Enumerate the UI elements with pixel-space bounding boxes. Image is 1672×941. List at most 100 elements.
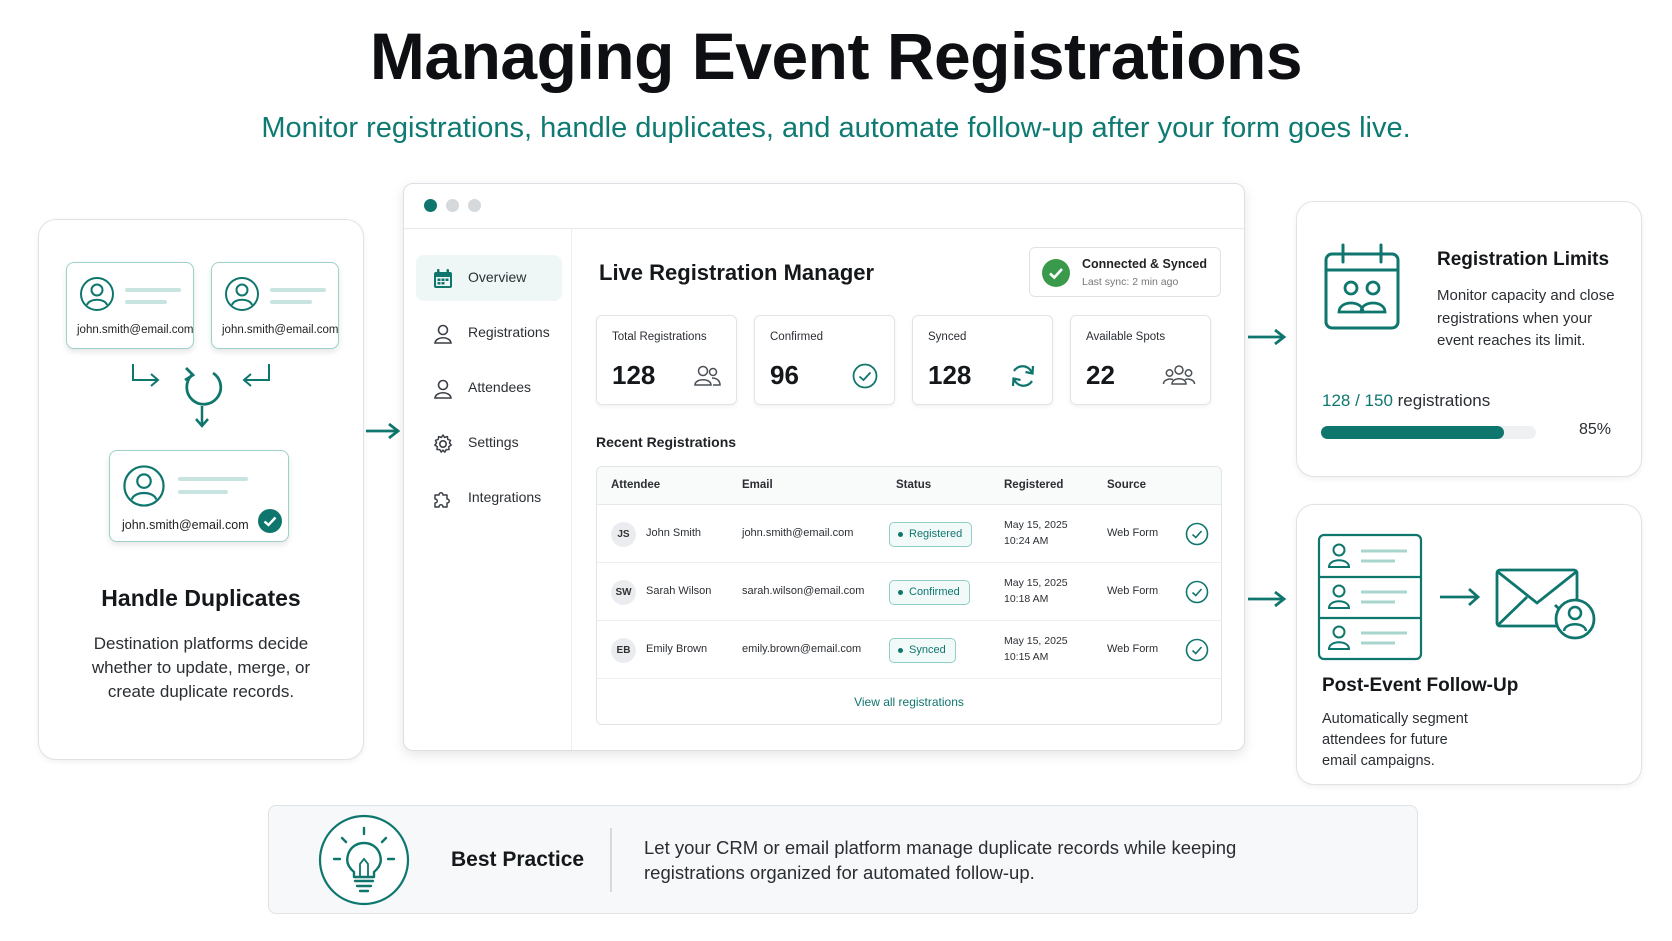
limits-title: Registration Limits — [1437, 249, 1610, 270]
window-dot-close[interactable] — [424, 199, 437, 212]
duplicate-record-a: john.smith@email.com — [66, 262, 194, 349]
placeholder-line — [270, 300, 312, 304]
column-header: Source — [1107, 479, 1146, 491]
user-avatar-icon — [80, 277, 114, 311]
puzzle-icon — [434, 492, 450, 508]
table-row[interactable]: SW Sarah Wilson sarah.wilson@email.com C… — [597, 563, 1221, 621]
column-header: Attendee — [611, 479, 661, 491]
limits-description: Monitor capacity and close registrations… — [1437, 285, 1615, 353]
description-line: registrations when your — [1437, 309, 1593, 327]
placeholder-line — [125, 300, 167, 304]
stat-card-confirmed: Confirmed 96 — [754, 315, 895, 405]
arrow-right-icon — [1248, 328, 1287, 346]
sidebar-item-label: Attendees — [468, 379, 532, 395]
lightbulb-icon — [318, 814, 410, 906]
avatar: JS — [611, 522, 636, 547]
arrow-right-icon — [1248, 590, 1287, 608]
view-all-link[interactable]: View all registrations — [597, 695, 1221, 709]
avatar: SW — [611, 580, 636, 605]
check-circle-icon — [852, 363, 878, 389]
registered-time: 10:15 AM — [1004, 651, 1049, 663]
source: Web Form — [1107, 643, 1159, 655]
best-practice-text: Let your CRM or email platform manage du… — [644, 837, 1237, 883]
stat-value: 128 — [612, 360, 656, 390]
stat-value: 22 — [1086, 360, 1115, 390]
table-row[interactable]: EB Emily Brown emily.brown@email.com Syn… — [597, 621, 1221, 679]
count-suffix: registrations — [1392, 391, 1491, 410]
calendar-icon — [434, 269, 452, 288]
placeholder-line — [178, 490, 228, 494]
user-avatar-icon — [123, 465, 165, 507]
sync-icon — [1011, 365, 1035, 387]
duplicate-email: john.smith@email.com — [77, 324, 194, 336]
attendee-email: john.smith@email.com — [742, 527, 854, 539]
column-header: Email — [742, 479, 773, 491]
sync-subtitle: Last sync: 2 min ago — [1082, 276, 1179, 288]
description-line: Destination platforms decide — [93, 634, 309, 653]
attendee-list-icon — [1317, 533, 1423, 661]
best-practice-title: Best Practice — [451, 848, 585, 871]
attendee-email: emily.brown@email.com — [742, 643, 862, 655]
duplicates-description: Destination platforms decide whether to … — [39, 632, 363, 704]
stat-label: Total Registrations — [612, 331, 707, 343]
stat-card-total: Total Registrations 128 — [596, 315, 737, 405]
duplicates-title: Handle Duplicates — [101, 585, 301, 611]
source: Web Form — [1107, 527, 1159, 539]
best-practice-banner: Best Practice Let your CRM or email plat… — [268, 805, 1418, 914]
follow-up-description: Automatically segment attendees for futu… — [1322, 709, 1468, 772]
stat-card-synced: Synced 128 — [912, 315, 1053, 405]
email-user-icon — [1495, 568, 1596, 640]
placeholder-line — [178, 477, 248, 481]
merge-arrows-icon — [132, 364, 270, 428]
gear-icon — [434, 434, 452, 453]
stat-label: Available Spots — [1086, 331, 1166, 343]
check-circle-icon — [1042, 259, 1070, 287]
sidebar-item-attendees[interactable]: Attendees — [416, 365, 562, 411]
capacity-progress-fill — [1321, 426, 1504, 439]
sidebar-item-integrations[interactable]: Integrations — [416, 475, 562, 521]
registered-time: 10:24 AM — [1004, 535, 1049, 547]
check-badge-icon — [258, 509, 282, 533]
sidebar-item-registrations[interactable]: Registrations — [416, 310, 562, 356]
capacity-progress-bar — [1321, 426, 1536, 439]
merged-email: john.smith@email.com — [122, 518, 249, 532]
registration-count: 128 — [1322, 391, 1351, 410]
sidebar-item-overview[interactable]: Overview — [416, 255, 562, 301]
check-circle-icon — [1185, 522, 1209, 546]
registered-date: May 15, 2025 — [1004, 635, 1068, 647]
description-line: Monitor capacity and close — [1437, 287, 1615, 304]
attendee-name: Sarah Wilson — [646, 585, 712, 597]
registered-date: May 15, 2025 — [1004, 577, 1068, 589]
window-dot-minimize[interactable] — [446, 199, 459, 212]
duplicate-record-b: john.smith@email.com — [211, 262, 339, 349]
registered-date: May 15, 2025 — [1004, 519, 1068, 531]
table-row[interactable]: JS John Smith john.smith@email.com Regis… — [597, 505, 1221, 563]
stat-card-available: Available Spots 22 — [1070, 315, 1211, 405]
sidebar-item-label: Overview — [468, 269, 527, 285]
column-header: Registered — [1004, 479, 1064, 491]
window-titlebar — [404, 184, 1244, 229]
capacity-summary: 128 / 150 registrations — [1322, 391, 1490, 411]
arrow-right-icon — [1440, 587, 1481, 607]
sidebar: Overview Registrations Attendees Setting… — [404, 229, 572, 750]
merged-record: john.smith@email.com — [109, 450, 289, 542]
description-line: whether to update, merge, or — [91, 658, 311, 677]
window-dot-maximize[interactable] — [468, 199, 481, 212]
placeholder-line — [125, 288, 181, 292]
sidebar-item-settings[interactable]: Settings — [416, 420, 562, 466]
capacity-percent: 85% — [1579, 421, 1612, 438]
description-line: event reaches its limit. — [1437, 332, 1586, 349]
user-icon — [434, 379, 452, 399]
column-header: Status — [896, 479, 932, 491]
duplicates-card: john.smith@email.com john.smith@email.co… — [38, 219, 364, 760]
status-badge: Registered — [889, 522, 973, 547]
stat-value: 96 — [770, 360, 799, 390]
placeholder-line — [270, 288, 326, 292]
status-badge: Synced — [889, 638, 956, 663]
user-avatar-icon — [225, 277, 259, 311]
sync-title: Connected & Synced — [1082, 257, 1208, 271]
sync-status: Connected & Synced Last sync: 2 min ago — [1029, 247, 1221, 297]
avatar: EB — [611, 638, 636, 663]
count-separator: / — [1350, 391, 1365, 410]
description-line: attendees for future — [1322, 732, 1448, 748]
